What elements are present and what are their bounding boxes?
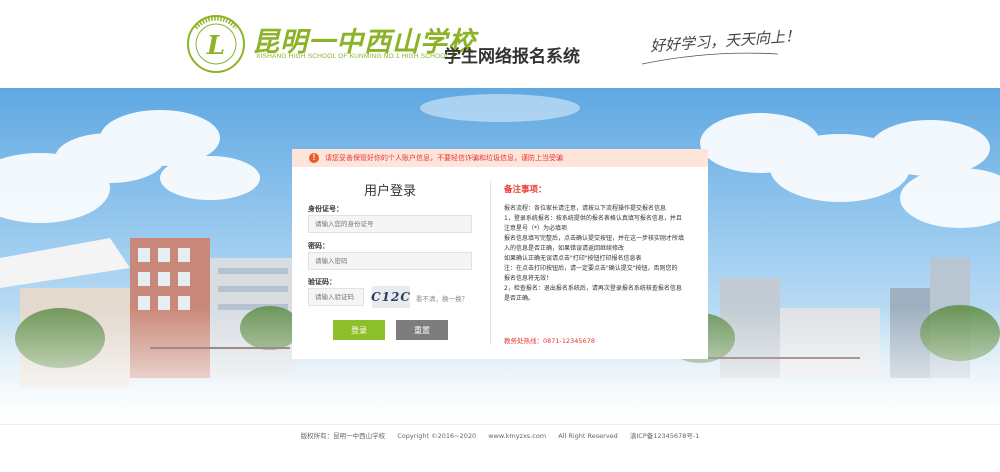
panel-divider [490,181,491,345]
notes-line: 1，登录系统报名：按系统提供的报名表格认真填写报名信息，并且 [504,215,682,222]
notes-line: 注：在点击打印按钮后，请一定要点击"确认提交"按钮，否则您的 [504,265,678,272]
notes-line: 是否正确。 [504,295,535,302]
reset-button[interactable]: 重置 [396,320,448,340]
notes-line: 如果确认正确无误请点击"打印"按钮打印报名信息表 [504,255,642,262]
footer: 版权所有：昆明一中西山学校 Copyright ©2016~2020 www.k… [0,424,1000,472]
slogan-swoosh-icon [641,52,779,65]
footer-text: 版权所有：昆明一中西山学校 Copyright ©2016~2020 www.k… [0,430,1000,440]
refresh-captcha-link[interactable]: 看不清，换一换？ [416,293,468,303]
notes-body: 报名流程：各位家长请注意，请按以下流程操作提交报名信息 1，登录系统报名：按系统… [504,204,700,304]
id-number-input[interactable] [308,215,472,233]
emblem-letter: L [206,31,225,61]
id-number-label: 身份证号： [308,205,343,213]
school-name-en: XISHANG HIGH SCHOOL OF KUNMING NO.1 HIGH… [256,53,450,60]
login-button[interactable]: 登录 [333,320,385,340]
password-label: 密码： [308,242,329,250]
notes-line: 报名信息将无效！ [504,275,553,282]
notes-line: 报名流程：各位家长请注意，请按以下流程操作提交报名信息 [504,205,667,212]
captcha-image[interactable]: C12C [371,286,410,308]
system-title: 学生网络报名系统 [444,47,580,67]
school-emblem-icon: L [187,15,245,73]
notes-line: 报名信息填写完整后，点击确认提交按钮，并在这一步核实刚才所填 [504,235,685,242]
captcha-label: 验证码： [308,278,336,286]
login-title: 用户登录 [364,184,417,199]
notes-line: 2，检查报名：退出报名系统后，请再次登录报名系统核查报名信息 [504,285,682,292]
footer-copyright: Copyright ©2016~2020 [397,432,477,440]
hotline-text: 教务处热线：0871-12345678 [504,337,595,345]
notes-line: 注意星号（*）为必填项 [504,225,568,232]
password-input[interactable] [308,252,472,270]
footer-rights: All Right Reserved [558,432,618,440]
header: L 昆明一中西山学校 XISHANG HIGH SCHOOL OF KUNMIN… [0,0,1000,88]
notes-title: 备注事项： [504,185,547,195]
login-panel: 用户登录 身份证号： 密码： 验证码： C12C 看不清，换一换？ 登录 重置 … [292,167,708,359]
captcha-input[interactable] [308,288,364,306]
notes-line: 入的信息是否正确，如果错误请返回继续修改 [504,245,625,252]
footer-website-link[interactable]: www.kmyzxs.com [488,432,546,440]
footer-copyright-owner: 版权所有：昆明一中西山学校 [300,432,386,440]
warning-text: 请您妥善保管好你的个人账户信息，不要轻信诈骗和垃圾信息，谨防上当受骗 [325,154,563,162]
footer-icp: 滇ICP备12345678号-1 [629,432,700,440]
warning-icon: ! [309,153,319,163]
security-warning: ! 请您妥善保管好你的个人账户信息，不要轻信诈骗和垃圾信息，谨防上当受骗 [292,149,708,167]
